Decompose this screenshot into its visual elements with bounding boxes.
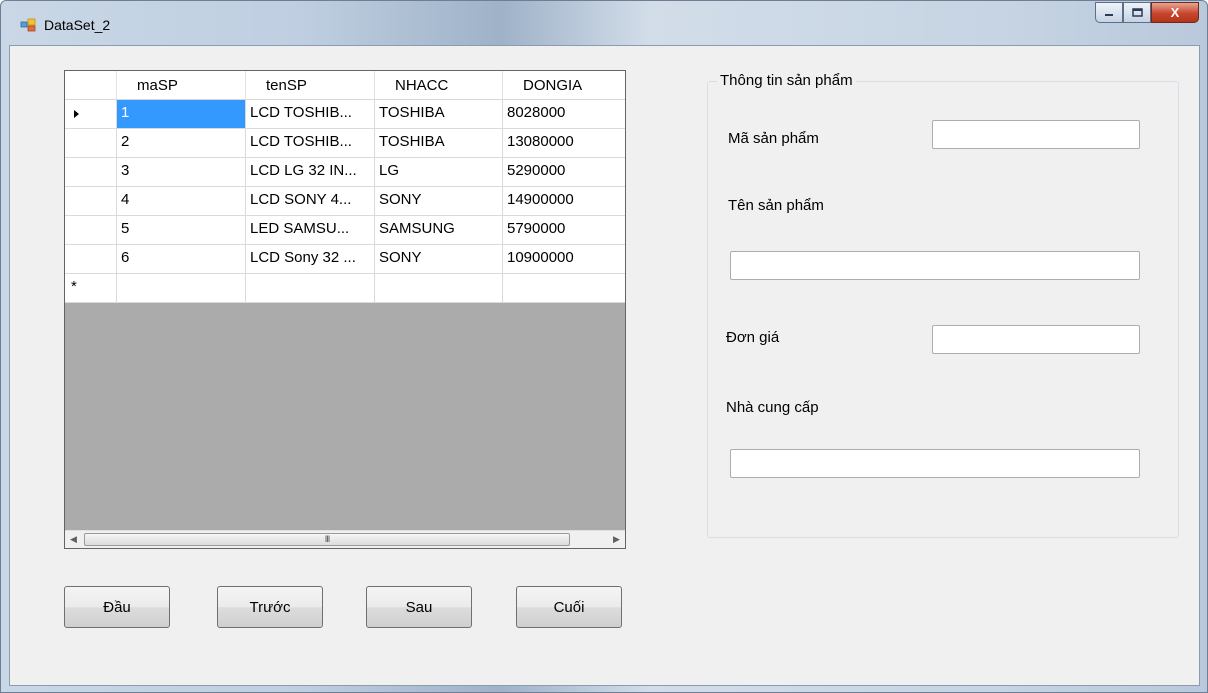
form-client-area: maSP tenSP NHACC DONGIA 1 LCD TOSHIB... …: [9, 45, 1200, 686]
supplier-field[interactable]: [730, 449, 1140, 478]
grid-cell[interactable]: SAMSUNG: [375, 216, 503, 245]
table-row[interactable]: 2 LCD TOSHIB... TOSHIBA 13080000: [65, 129, 625, 158]
new-row[interactable]: *: [65, 274, 625, 303]
column-header-masp[interactable]: maSP: [117, 71, 246, 100]
grid-cell[interactable]: [375, 274, 503, 303]
app-icon: [20, 18, 36, 32]
grid-cell[interactable]: 5290000: [503, 158, 625, 187]
column-header-dongia[interactable]: DONGIA: [503, 71, 625, 100]
row-header[interactable]: [65, 187, 117, 216]
grid-cell[interactable]: [117, 274, 246, 303]
column-header-nhacc[interactable]: NHACC: [375, 71, 503, 100]
grid-cell[interactable]: LED SAMSU...: [246, 216, 375, 245]
product-code-label: Mã sản phẩm: [728, 130, 819, 147]
unit-price-field[interactable]: [932, 325, 1140, 354]
product-code-field[interactable]: [932, 120, 1140, 149]
grid-cell[interactable]: TOSHIBA: [375, 100, 503, 129]
grid-cell[interactable]: TOSHIBA: [375, 129, 503, 158]
grid-cell[interactable]: LCD TOSHIB...: [246, 100, 375, 129]
grid-cell[interactable]: 13080000: [503, 129, 625, 158]
grid-cell[interactable]: SONY: [375, 187, 503, 216]
groupbox-title: Thông tin sản phẩm: [717, 72, 856, 89]
product-datagrid[interactable]: maSP tenSP NHACC DONGIA 1 LCD TOSHIB... …: [64, 70, 626, 549]
grid-cell[interactable]: 4: [117, 187, 246, 216]
grid-cell[interactable]: 10900000: [503, 245, 625, 274]
window-title: DataSet_2: [44, 17, 111, 33]
minimize-button[interactable]: [1095, 2, 1123, 23]
caption-buttons: X: [1095, 2, 1199, 23]
minimize-icon: [1105, 13, 1113, 16]
supplier-label: Nhà cung cấp: [726, 399, 819, 416]
table-row[interactable]: 4 LCD SONY 4... SONY 14900000: [65, 187, 625, 216]
horizontal-scrollbar[interactable]: ◀ III ▶: [65, 530, 625, 548]
grid-cell[interactable]: LCD TOSHIB...: [246, 129, 375, 158]
grid-cell[interactable]: 8028000: [503, 100, 625, 129]
title-bar[interactable]: DataSet_2 X: [1, 1, 1207, 45]
grid-cell[interactable]: 5: [117, 216, 246, 245]
scrollbar-thumb[interactable]: III: [84, 533, 570, 546]
grid-cell[interactable]: 2: [117, 129, 246, 158]
grid-cell[interactable]: 3: [117, 158, 246, 187]
unit-price-label: Đơn giá: [726, 329, 780, 346]
grid-cell[interactable]: 1: [117, 100, 246, 129]
new-row-asterisk-icon: *: [71, 278, 77, 295]
grid-header: maSP tenSP NHACC DONGIA: [65, 71, 625, 100]
grid-cell[interactable]: 14900000: [503, 187, 625, 216]
row-header[interactable]: [65, 158, 117, 187]
row-header[interactable]: *: [65, 274, 117, 303]
maximize-button[interactable]: [1123, 2, 1151, 23]
grid-cell[interactable]: 6: [117, 245, 246, 274]
main-window: DataSet_2 X maSP tenSP NHACC DONGIA 1 LC…: [0, 0, 1208, 693]
prev-button[interactable]: Trước: [217, 586, 323, 628]
close-icon: X: [1170, 5, 1180, 20]
grid-cell[interactable]: [503, 274, 625, 303]
row-header[interactable]: [65, 100, 117, 129]
table-row[interactable]: 5 LED SAMSU... SAMSUNG 5790000: [65, 216, 625, 245]
current-row-arrow-icon: [74, 110, 79, 118]
next-button[interactable]: Sau: [366, 586, 472, 628]
grid-cell[interactable]: SONY: [375, 245, 503, 274]
grid-cell[interactable]: 5790000: [503, 216, 625, 245]
product-name-field[interactable]: [730, 251, 1140, 280]
row-header[interactable]: [65, 245, 117, 274]
scroll-right-arrow-icon[interactable]: ▶: [608, 531, 625, 548]
grid-cell[interactable]: LG: [375, 158, 503, 187]
row-header[interactable]: [65, 129, 117, 158]
maximize-icon: [1131, 8, 1143, 17]
grid-cell[interactable]: [246, 274, 375, 303]
close-button[interactable]: X: [1151, 2, 1199, 23]
header-corner[interactable]: [65, 71, 117, 100]
table-row[interactable]: 1 LCD TOSHIB... TOSHIBA 8028000: [65, 100, 625, 129]
grid-cell[interactable]: LCD LG 32 IN...: [246, 158, 375, 187]
column-header-tensp[interactable]: tenSP: [246, 71, 375, 100]
product-name-label: Tên sản phẩm: [728, 197, 824, 214]
table-row[interactable]: 3 LCD LG 32 IN... LG 5290000: [65, 158, 625, 187]
table-row[interactable]: 6 LCD Sony 32 ... SONY 10900000: [65, 245, 625, 274]
last-button[interactable]: Cuối: [516, 586, 622, 628]
scroll-left-arrow-icon[interactable]: ◀: [65, 531, 82, 548]
grid-cell[interactable]: LCD SONY 4...: [246, 187, 375, 216]
grid-cell[interactable]: LCD Sony 32 ...: [246, 245, 375, 274]
row-header[interactable]: [65, 216, 117, 245]
first-button[interactable]: Đầu: [64, 586, 170, 628]
